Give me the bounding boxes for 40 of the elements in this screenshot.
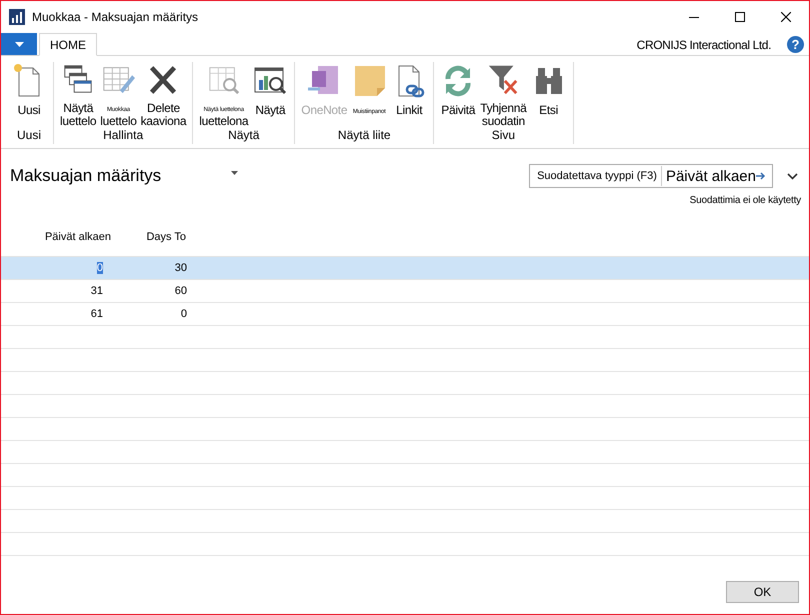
ribbon-button[interactable]: Näytä	[250, 62, 290, 128]
group-label: Sivu	[492, 128, 516, 142]
chevron-down-icon	[787, 172, 798, 180]
close-icon	[781, 12, 791, 22]
group-label: Näytä liite	[338, 128, 391, 142]
table-cell: 60	[174, 285, 187, 297]
ribbon-button[interactable]: Tyhjennä suodatin	[478, 62, 529, 128]
ribbon-button[interactable]: Uusi	[9, 62, 49, 128]
table-row[interactable]: 61 0	[1, 303, 809, 326]
app-menu-button[interactable]	[1, 33, 37, 55]
ribbon-tab[interactable]: HOME	[39, 33, 97, 56]
dropdown-icon	[14, 42, 24, 46]
table-cell: 61	[90, 308, 103, 320]
ribbon-button[interactable]: Näytä luettelo	[58, 62, 98, 128]
group-label: Hallinta	[103, 128, 144, 142]
group-label: Näytä	[228, 128, 260, 142]
table-cell: 31	[90, 285, 103, 297]
ok-button[interactable]: OK	[726, 581, 799, 603]
group-label: Uusi	[16, 128, 41, 142]
window-title: Muokkaa - Maksuajan määritys	[32, 10, 198, 24]
table-row[interactable]: 0 30	[1, 257, 809, 280]
table-cell: 0	[180, 308, 187, 320]
column-header[interactable]: Days To	[111, 231, 186, 243]
help-button[interactable]: ?	[787, 36, 804, 53]
dropdown-icon	[231, 171, 238, 175]
input-field[interactable]: 0	[96, 262, 103, 274]
filter-status: Suodattimia ei ole käytetty	[690, 195, 801, 206]
filter-field[interactable]: Suodatettava tyyppi (F3) Päivät alkaen	[529, 164, 773, 188]
table-cell: 30	[174, 262, 187, 274]
ribbon-button[interactable]: Päivitä	[438, 62, 478, 128]
app-icon	[9, 9, 25, 25]
page-title: Maksuajan määritys	[10, 166, 162, 186]
column-header[interactable]: Päivät alkaen	[23, 231, 111, 243]
maximize-icon	[735, 12, 745, 22]
arrow-icon	[756, 172, 766, 180]
table-row[interactable]: 31 60	[1, 280, 809, 303]
company-name: CRONIJS Interactional Ltd.	[636, 38, 771, 52]
ribbon-button[interactable]: Delete kaaviona	[138, 62, 188, 128]
ribbon-button[interactable]: Etsi	[528, 62, 569, 128]
ribbon-button[interactable]: Linkit	[389, 62, 430, 128]
